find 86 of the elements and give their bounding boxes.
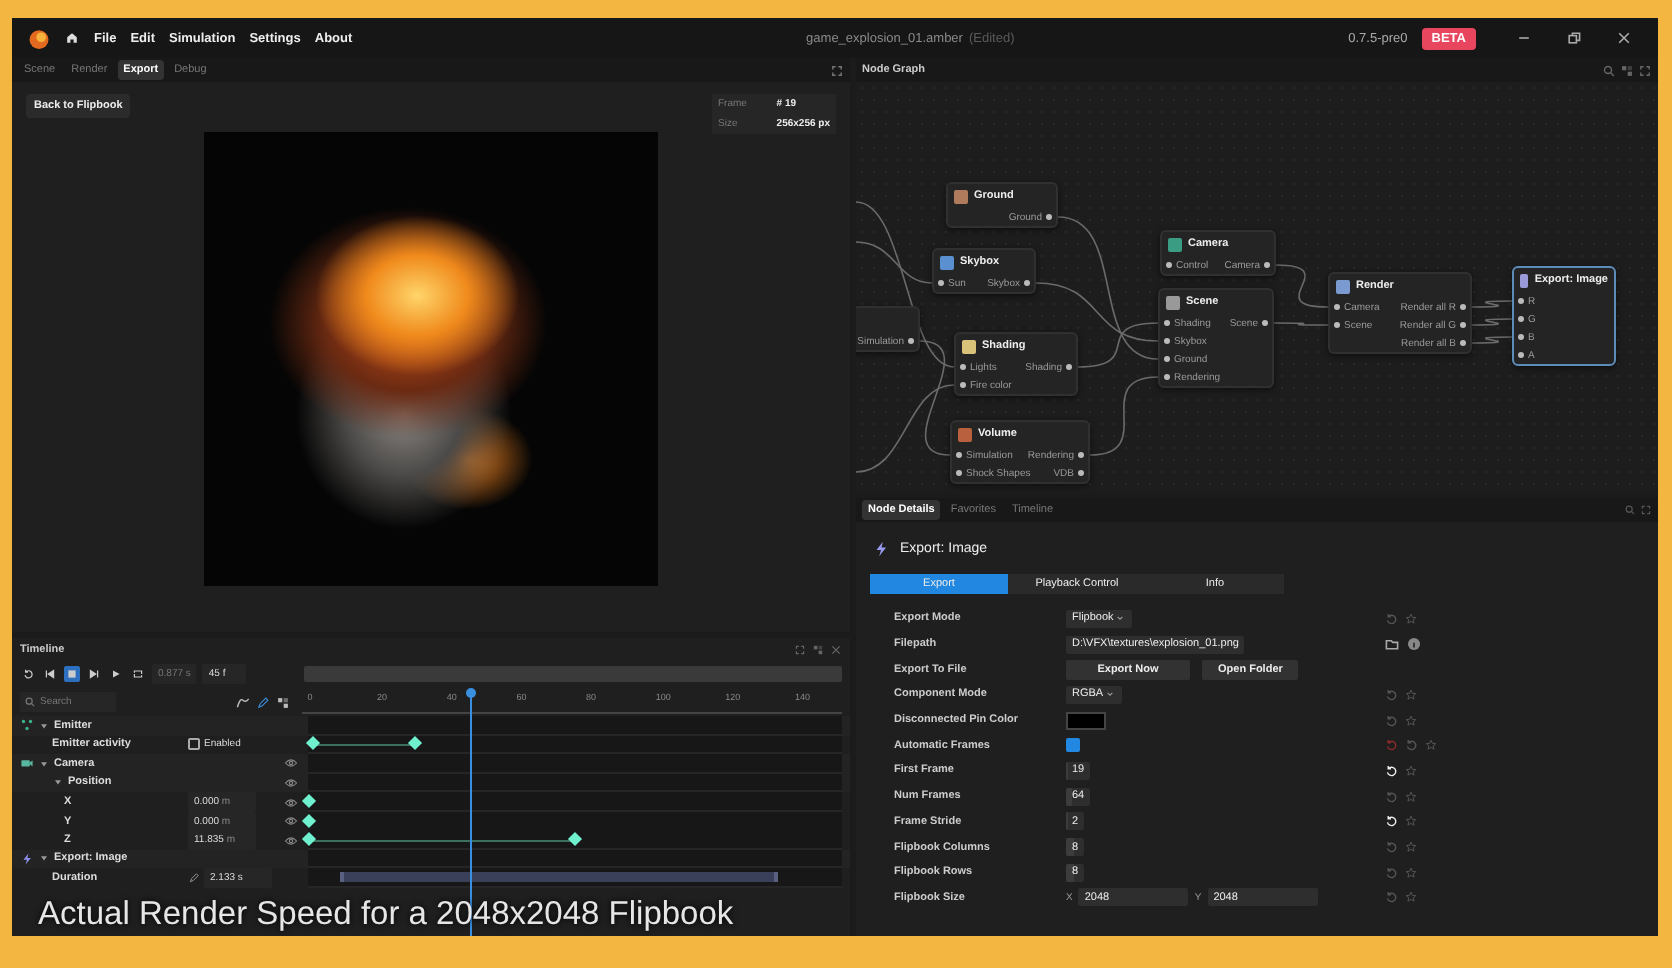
step-forward-icon xyxy=(110,668,122,680)
connection-wire xyxy=(1273,322,1329,326)
expand-icon[interactable] xyxy=(794,643,806,655)
expand-caret[interactable] xyxy=(52,776,64,789)
star-icon[interactable] xyxy=(1404,789,1418,804)
eye-icon[interactable] xyxy=(284,795,298,809)
home-icon[interactable] xyxy=(64,30,80,46)
checkbox[interactable] xyxy=(1066,738,1080,753)
star-icon[interactable] xyxy=(1404,687,1418,702)
track-icon xyxy=(20,851,34,866)
search-icon[interactable] xyxy=(1602,63,1616,77)
expand-icon[interactable] xyxy=(1638,63,1652,77)
stop-button[interactable] xyxy=(64,666,80,682)
star-icon[interactable] xyxy=(1404,814,1418,829)
caret-icon xyxy=(1103,688,1116,701)
connection-wire xyxy=(1471,336,1513,344)
node-icon xyxy=(962,339,976,353)
layout-icon[interactable] xyxy=(1620,63,1634,77)
keyframe-marker[interactable] xyxy=(300,831,316,847)
undo-button[interactable] xyxy=(20,666,36,682)
star-icon[interactable] xyxy=(1404,890,1418,905)
keyframe-marker[interactable] xyxy=(306,736,321,751)
keyframe-track[interactable] xyxy=(308,792,842,812)
node-icon xyxy=(1168,237,1182,251)
skip-forward-icon xyxy=(88,668,100,680)
star-icon[interactable] xyxy=(1404,713,1418,728)
layout-icon[interactable] xyxy=(812,643,824,655)
node-icon xyxy=(1336,279,1350,293)
search-icon[interactable] xyxy=(1624,504,1636,516)
connection-wire xyxy=(1089,376,1159,456)
keyframe-marker[interactable] xyxy=(300,812,316,828)
caret-icon xyxy=(1113,612,1126,625)
track-icon xyxy=(20,718,34,733)
expand-icon[interactable] xyxy=(830,63,844,77)
expand-caret[interactable] xyxy=(38,719,50,732)
keyframe-marker[interactable] xyxy=(407,736,422,751)
connection-wire xyxy=(1275,264,1329,308)
star-icon[interactable] xyxy=(1404,611,1418,626)
node-icon xyxy=(1520,273,1529,287)
skip-back-icon xyxy=(44,668,56,680)
close-icon xyxy=(1616,30,1632,46)
keyframe-track[interactable] xyxy=(308,830,842,850)
eye-icon[interactable] xyxy=(284,775,298,790)
app-logo xyxy=(28,27,50,49)
expand-caret[interactable] xyxy=(38,757,50,770)
color-swatch[interactable] xyxy=(1066,711,1106,730)
eye-icon[interactable] xyxy=(284,814,298,828)
pen-icon[interactable] xyxy=(256,695,270,709)
node-icon xyxy=(1166,295,1180,309)
duration-start-handle[interactable] xyxy=(340,871,345,883)
step-forward-button[interactable] xyxy=(108,666,124,682)
node-icon xyxy=(954,189,968,203)
restore-icon xyxy=(1566,30,1582,46)
skip-back-button[interactable] xyxy=(42,666,58,682)
info-icon[interactable] xyxy=(1406,636,1422,653)
keyframe-track[interactable] xyxy=(308,811,842,831)
playhead-handle[interactable] xyxy=(465,688,476,698)
connection-wire xyxy=(1471,300,1513,308)
expand-icon[interactable] xyxy=(1640,504,1652,516)
undo-icon xyxy=(22,668,34,680)
node-icon xyxy=(958,427,972,441)
keyframe-marker[interactable] xyxy=(300,793,316,809)
caret-icon xyxy=(38,852,50,865)
stop-icon xyxy=(66,668,78,680)
eye-icon[interactable] xyxy=(284,756,298,771)
grid-icon[interactable] xyxy=(276,695,290,709)
skip-forward-button[interactable] xyxy=(86,666,102,682)
eye-icon[interactable] xyxy=(284,833,298,847)
curve-icon[interactable] xyxy=(236,695,250,709)
star-icon[interactable] xyxy=(1404,763,1418,778)
export-icon xyxy=(872,540,890,558)
star-icon[interactable] xyxy=(1404,840,1418,855)
star-icon[interactable] xyxy=(1424,738,1438,753)
star-icon[interactable] xyxy=(1404,865,1418,880)
expand-caret[interactable] xyxy=(38,852,50,865)
connection-wire xyxy=(1471,318,1513,326)
keyframe-track[interactable] xyxy=(308,868,842,888)
folder-icon[interactable] xyxy=(1384,636,1400,653)
keyframe-marker[interactable] xyxy=(567,831,583,847)
node-icon xyxy=(940,255,954,269)
close-icon[interactable] xyxy=(830,643,842,655)
duration-end-handle[interactable] xyxy=(773,871,778,883)
loop-icon xyxy=(132,668,144,680)
caret-icon xyxy=(38,719,50,732)
pen-icon[interactable] xyxy=(188,872,200,884)
loop-button[interactable] xyxy=(130,666,146,682)
